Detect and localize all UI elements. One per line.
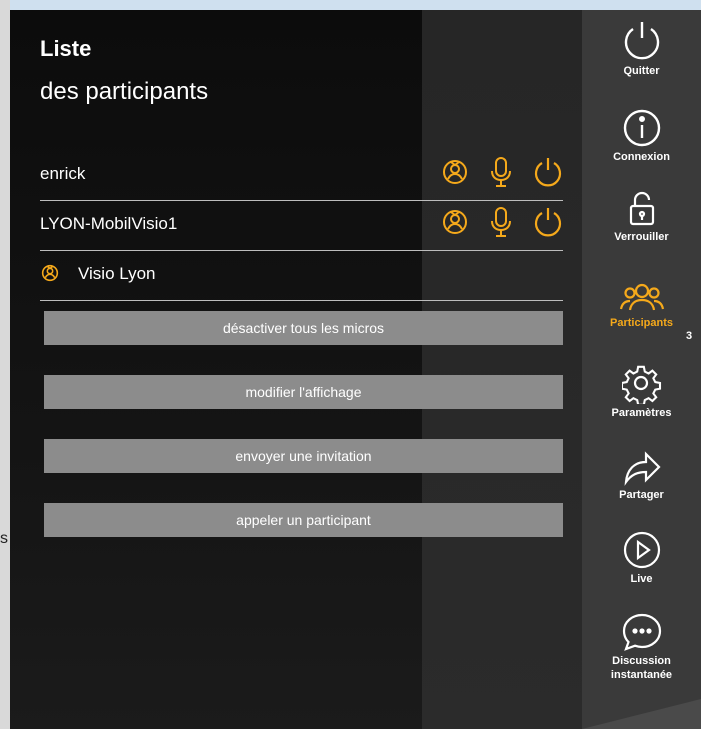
participant-name: Visio Lyon (78, 264, 156, 283)
sidebar-item-label: Verrouiller (614, 231, 669, 243)
background-stray-text: s (0, 530, 8, 547)
participant-icon (40, 263, 60, 288)
participant-row: Visio Lyon (40, 250, 563, 301)
sidebar-item-parametres[interactable]: Paramètres (582, 364, 701, 420)
app-window: Liste des participants enrick LYON-Mobil… (10, 10, 701, 729)
sidebar-item-quitter[interactable]: Quitter (582, 20, 701, 78)
sidebar-item-label: Live (630, 573, 653, 585)
sidebar-item-live[interactable]: Live (582, 530, 701, 586)
panel-subtitle: des participants (40, 78, 209, 105)
send-invitation-button[interactable]: envoyer une invitation (44, 439, 563, 473)
participant-row: enrick (40, 150, 563, 201)
sidebar-item-partager[interactable]: Partager (582, 446, 701, 502)
participants-icon (619, 283, 664, 311)
window-left-edge (0, 0, 10, 729)
sidebar: Quitter Connexion Verrouiller Participan… (582, 10, 701, 729)
chat-bubble-icon (622, 613, 661, 651)
call-participant-button[interactable]: appeler un participant (44, 503, 563, 537)
power-icon[interactable] (533, 156, 563, 188)
microphone-icon[interactable] (489, 206, 513, 238)
sidebar-item-verrouiller[interactable]: Verrouiller (582, 190, 701, 244)
gear-icon (621, 365, 661, 404)
participant-name: enrick (40, 164, 86, 183)
sidebar-item-label: Partager (619, 489, 664, 501)
sidebar-item-label: Quitter (623, 65, 660, 77)
sidebar-item-participants[interactable]: Participants (582, 280, 701, 330)
play-icon (623, 531, 660, 569)
participant-icon[interactable] (441, 207, 469, 237)
power-icon[interactable] (533, 206, 563, 238)
sidebar-item-label: Connexion (613, 151, 670, 163)
participants-count-badge: 3 (686, 330, 693, 342)
lock-icon (629, 191, 654, 226)
participant-icon[interactable] (441, 157, 469, 187)
panel-title: Liste (40, 36, 92, 61)
participant-row: LYON-MobilVisio1 (40, 200, 563, 251)
mute-all-button[interactable]: désactiver tous les micros (44, 311, 563, 345)
share-arrow-icon (624, 451, 661, 486)
sidebar-item-label: Discussion instantanée (610, 655, 673, 681)
participant-name: LYON-MobilVisio1 (40, 214, 178, 233)
sidebar-item-discussion[interactable]: Discussion instantanée (582, 612, 701, 682)
info-icon (623, 109, 660, 147)
sidebar-corner-decoration (582, 699, 701, 729)
change-layout-button[interactable]: modifier l'affichage (44, 375, 563, 409)
sidebar-item-connexion[interactable]: Connexion (582, 108, 701, 164)
participants-panel: Liste des participants enrick LYON-Mobil… (20, 10, 592, 729)
sidebar-item-label: Participants (610, 317, 673, 329)
power-icon (624, 22, 659, 60)
microphone-icon[interactable] (489, 156, 513, 188)
sidebar-item-label: Paramètres (611, 407, 672, 419)
